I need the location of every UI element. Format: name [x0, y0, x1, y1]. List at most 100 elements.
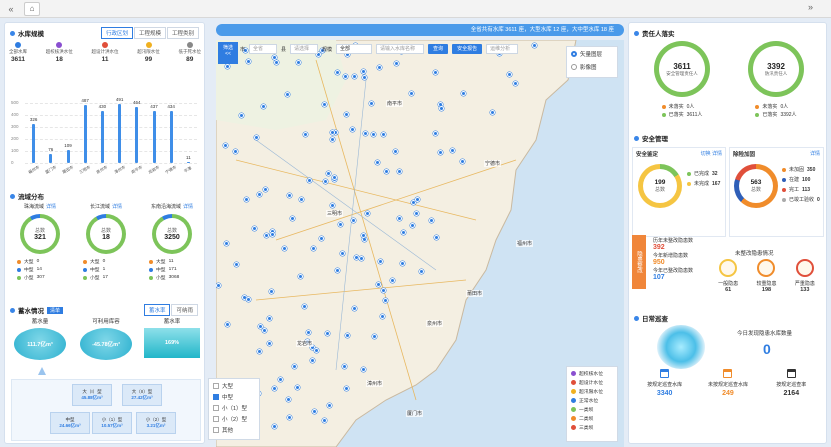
safety-report-button[interactable]: 安全报告 [452, 44, 483, 54]
bar[interactable] [83, 104, 87, 163]
reservoir-marker-icon[interactable] [291, 363, 297, 369]
reservoir-marker-icon[interactable] [270, 231, 276, 237]
type-filter-option[interactable]: 中型 [213, 393, 255, 401]
tab-project-type[interactable]: 工程类别 [166, 27, 199, 39]
reservoir-marker-icon[interactable] [368, 101, 374, 107]
stat-item[interactable]: 超设计洪水位 11 [92, 42, 119, 63]
reservoir-marker-icon[interactable] [432, 130, 438, 136]
bar[interactable] [152, 110, 156, 163]
reservoir-marker-icon[interactable] [360, 366, 366, 372]
reservoir-marker-icon[interactable] [329, 136, 335, 142]
reservoir-marker-icon[interactable] [274, 59, 280, 65]
reservoir-marker-icon[interactable] [396, 168, 402, 174]
bar[interactable] [66, 149, 70, 163]
bar[interactable] [100, 111, 104, 163]
bar[interactable] [169, 110, 173, 163]
type-filter-option[interactable]: 小（2）型 [213, 415, 255, 423]
basin-detail-link[interactable]: 详情 [46, 204, 56, 210]
reservoir-marker-icon[interactable] [307, 177, 313, 183]
reservoir-marker-icon[interactable] [399, 261, 405, 267]
reservoir-marker-icon[interactable] [285, 396, 291, 402]
bar[interactable] [32, 123, 36, 163]
city-select[interactable]: 全省 [249, 44, 278, 54]
reservoir-marker-icon[interactable] [513, 80, 519, 86]
reservoir-marker-icon[interactable] [400, 230, 406, 236]
reservoir-marker-icon[interactable] [329, 202, 335, 208]
bar[interactable] [118, 104, 122, 163]
bar[interactable] [135, 107, 139, 163]
reservoir-marker-icon[interactable] [437, 149, 443, 155]
reservoir-marker-icon[interactable] [289, 215, 295, 221]
reservoir-marker-icon[interactable] [377, 258, 383, 264]
type-filter-option[interactable]: 大型 [213, 382, 255, 390]
reservoir-marker-icon[interactable] [310, 357, 316, 363]
stat-item[interactable]: 低于死水位 89 [179, 42, 201, 63]
layer-image-option[interactable]: 影像图 [571, 63, 613, 71]
county-select[interactable]: 请选择 [290, 44, 319, 54]
stat-item[interactable]: 超汛限水位 99 [137, 42, 160, 63]
reservoir-marker-icon[interactable] [344, 385, 350, 391]
layer-vector-option[interactable]: 矢量图层 [571, 50, 613, 58]
reservoir-marker-icon[interactable] [489, 109, 495, 115]
tab-storage-rate[interactable]: 蓄水率 [143, 304, 171, 316]
forward-icon[interactable]: » [808, 2, 813, 12]
map-canvas[interactable]: 南平市 宁德市 福州市 三明市 莆田市 泉州市 龙岩市 漳州市 厦门市 [216, 40, 624, 447]
type-filter-option[interactable]: 小（1）型 [213, 404, 255, 412]
reservoir-marker-icon[interactable] [394, 60, 400, 66]
appraisal-detail-link[interactable]: 详情 [712, 151, 722, 157]
reinforcement-detail-link[interactable]: 详情 [810, 150, 820, 157]
maintenance-select[interactable]: 运维分析 [486, 44, 519, 54]
stat-item[interactable]: 全部水库 3611 [9, 42, 27, 63]
reservoir-marker-icon[interactable] [341, 363, 347, 369]
reservoir-marker-icon[interactable] [334, 70, 340, 76]
bar[interactable] [186, 161, 190, 163]
tab-project-scale[interactable]: 工程规模 [133, 27, 166, 39]
reservoir-marker-icon[interactable] [361, 74, 367, 80]
reservoir-marker-icon[interactable] [262, 327, 268, 333]
reservoir-name-input[interactable]: 请输入水库名称 [376, 44, 425, 54]
reservoir-marker-icon[interactable] [298, 273, 304, 279]
reservoir-marker-icon[interactable] [298, 196, 304, 202]
query-button[interactable]: 查询 [428, 44, 449, 54]
reservoir-marker-icon[interactable] [352, 305, 358, 311]
bar[interactable] [49, 153, 53, 163]
reservoir-marker-icon[interactable] [266, 315, 272, 321]
back-icon[interactable]: « [4, 2, 18, 16]
type-filter-option[interactable]: 其他 [213, 426, 255, 434]
reservoir-marker-icon[interactable] [282, 245, 288, 251]
storage-list-tag[interactable]: 清单 [47, 306, 64, 314]
reservoir-marker-icon[interactable] [393, 148, 399, 154]
reservoir-marker-icon[interactable] [349, 127, 355, 133]
reservoir-marker-icon[interactable] [351, 73, 357, 79]
reservoir-marker-icon[interactable] [286, 415, 292, 421]
reservoir-marker-icon[interactable] [321, 102, 327, 108]
reservoir-marker-icon[interactable] [432, 69, 438, 75]
reservoir-marker-icon[interactable] [264, 232, 270, 238]
basin-detail-link[interactable]: 详情 [183, 204, 193, 210]
filter-button[interactable]: 筛选 << [218, 42, 238, 64]
reservoir-marker-icon[interactable] [337, 222, 343, 228]
reservoir-marker-icon[interactable] [322, 417, 328, 423]
reservoir-marker-icon[interactable] [449, 147, 455, 153]
reservoir-marker-icon[interactable] [225, 321, 231, 327]
basin-detail-link[interactable]: 详情 [112, 204, 122, 210]
reservoir-marker-icon[interactable] [294, 384, 300, 390]
home-tab-icon[interactable]: ⌂ [24, 1, 40, 16]
reservoir-marker-icon[interactable] [381, 287, 387, 293]
reservoir-marker-icon[interactable] [389, 277, 395, 283]
reservoir-marker-icon[interactable] [414, 196, 420, 202]
reservoir-marker-icon[interactable] [238, 112, 244, 118]
reservoir-marker-icon[interactable] [380, 131, 386, 137]
reservoir-marker-icon[interactable] [245, 58, 251, 64]
reservoir-marker-icon[interactable] [225, 63, 231, 69]
reservoir-marker-icon[interactable] [409, 222, 415, 228]
reservoir-marker-icon[interactable] [326, 170, 332, 176]
reservoir-marker-icon[interactable] [345, 332, 351, 338]
tab-admin-region[interactable]: 行政区划 [100, 27, 133, 39]
reservoir-marker-icon[interactable] [272, 385, 278, 391]
reservoir-marker-icon[interactable] [245, 296, 251, 302]
scale-select[interactable]: 全部 [336, 44, 373, 54]
stat-item[interactable]: 超校核洪水位 18 [46, 42, 73, 63]
reservoir-marker-icon[interactable] [363, 130, 369, 136]
tab-rain-capacity[interactable]: 可纳雨 [171, 304, 198, 316]
